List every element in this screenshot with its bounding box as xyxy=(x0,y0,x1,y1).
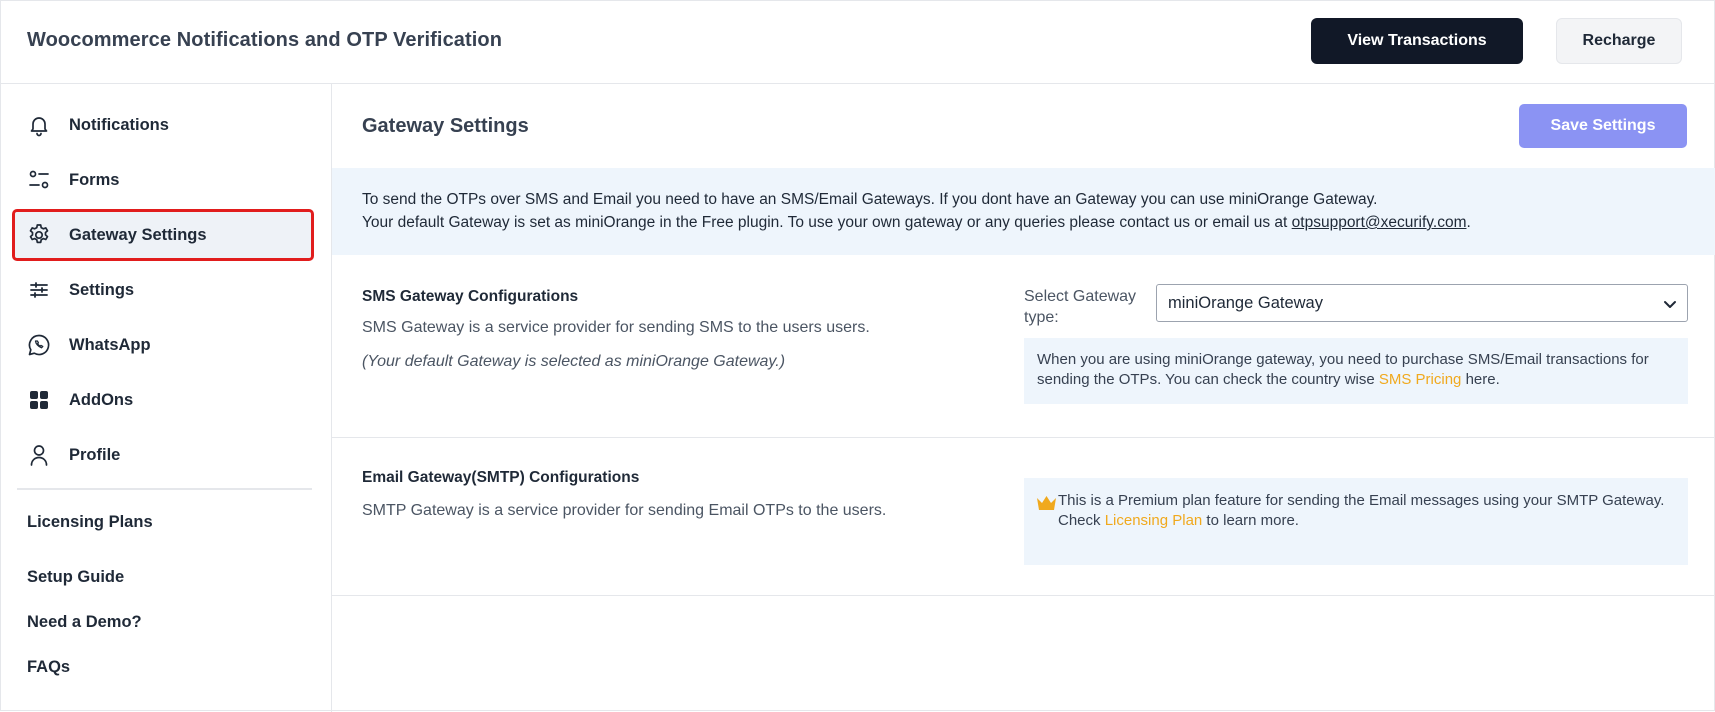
licensing-plan-line: Check Licensing Plan to learn more. xyxy=(1058,512,1299,529)
bell-icon xyxy=(27,113,51,137)
sidebar: Notifications Forms Gateway Settings Set… xyxy=(1,84,332,712)
gateway-type-value: miniOrange Gateway xyxy=(1168,294,1323,312)
top-bar: Woocommerce Notifications and OTP Verifi… xyxy=(1,1,1715,84)
sms-pricing-info: When you are using miniOrange gateway, y… xyxy=(1024,338,1688,404)
email-section-title: Email Gateway(SMTP) Configurations xyxy=(362,469,640,486)
sidebar-item-label: WhatsApp xyxy=(69,335,151,354)
page-title: Gateway Settings xyxy=(362,115,529,137)
email-section-description: SMTP Gateway is a service provider for s… xyxy=(362,502,887,519)
premium-feature-text: This is a Premium plan feature for sendi… xyxy=(1058,492,1665,509)
support-email-link[interactable]: otpsupport@xecurify.com xyxy=(1292,214,1467,231)
app-window: Woocommerce Notifications and OTP Verifi… xyxy=(0,0,1715,712)
user-icon xyxy=(27,443,51,467)
licensing-plan-link[interactable]: Licensing Plan xyxy=(1105,512,1203,529)
sidebar-item-gateway-settings[interactable]: Gateway Settings xyxy=(12,209,314,261)
sidebar-item-profile[interactable]: Profile xyxy=(15,432,311,478)
gear-icon xyxy=(27,223,51,247)
save-settings-button[interactable]: Save Settings xyxy=(1519,104,1687,148)
gateway-type-select[interactable]: miniOrange Gateway xyxy=(1156,284,1688,322)
sidebar-item-label: Profile xyxy=(69,445,121,464)
sliders-icon xyxy=(27,278,51,302)
sms-default-note: (Your default Gateway is selected as min… xyxy=(362,353,786,370)
sms-section-description: SMS Gateway is a service provider for se… xyxy=(362,319,870,336)
sidebar-item-addons[interactable]: AddOns xyxy=(15,377,311,423)
need-a-demo-link[interactable]: Need a Demo? xyxy=(27,613,142,632)
sidebar-item-label: Settings xyxy=(69,280,135,299)
main-content: Gateway Settings Save Settings To send t… xyxy=(332,84,1715,712)
premium-feature-info: This is a Premium plan feature for sendi… xyxy=(1024,478,1688,565)
sidebar-item-label: Gateway Settings xyxy=(69,225,207,244)
sms-pricing-link[interactable]: SMS Pricing xyxy=(1379,371,1462,388)
grid-icon xyxy=(27,388,51,412)
sms-gateway-section: SMS Gateway Configurations SMS Gateway i… xyxy=(332,255,1715,438)
sidebar-item-label: Forms xyxy=(69,170,120,189)
sidebar-item-forms[interactable]: Forms xyxy=(15,157,311,203)
email-gateway-section: Email Gateway(SMTP) Configurations SMTP … xyxy=(332,438,1715,596)
info-banner: To send the OTPs over SMS and Email you … xyxy=(332,168,1715,255)
view-transactions-button[interactable]: View Transactions xyxy=(1311,18,1523,64)
sidebar-item-label: AddOns xyxy=(69,390,134,409)
crown-icon xyxy=(1036,494,1057,511)
sidebar-divider xyxy=(17,488,312,490)
sidebar-item-settings[interactable]: Settings xyxy=(15,267,311,313)
app-title: Woocommerce Notifications and OTP Verifi… xyxy=(27,29,503,51)
sidebar-item-notifications[interactable]: Notifications xyxy=(15,102,311,148)
recharge-button[interactable]: Recharge xyxy=(1556,18,1682,64)
sidebar-item-label: Notifications xyxy=(69,115,169,134)
sidebar-item-whatsapp[interactable]: WhatsApp xyxy=(15,322,311,368)
banner-line-1: To send the OTPs over SMS and Email you … xyxy=(362,191,1378,208)
whatsapp-icon xyxy=(27,333,51,357)
chevron-down-icon xyxy=(1662,296,1678,312)
banner-line-2: Your default Gateway is set as miniOrang… xyxy=(362,214,1471,231)
forms-icon xyxy=(27,168,51,192)
setup-guide-link[interactable]: Setup Guide xyxy=(27,568,124,587)
sms-section-title: SMS Gateway Configurations xyxy=(362,288,579,305)
gateway-type-label: Select Gateway type: xyxy=(1024,288,1137,326)
faqs-link[interactable]: FAQs xyxy=(27,658,70,677)
licensing-plans-link[interactable]: Licensing Plans xyxy=(27,513,153,532)
